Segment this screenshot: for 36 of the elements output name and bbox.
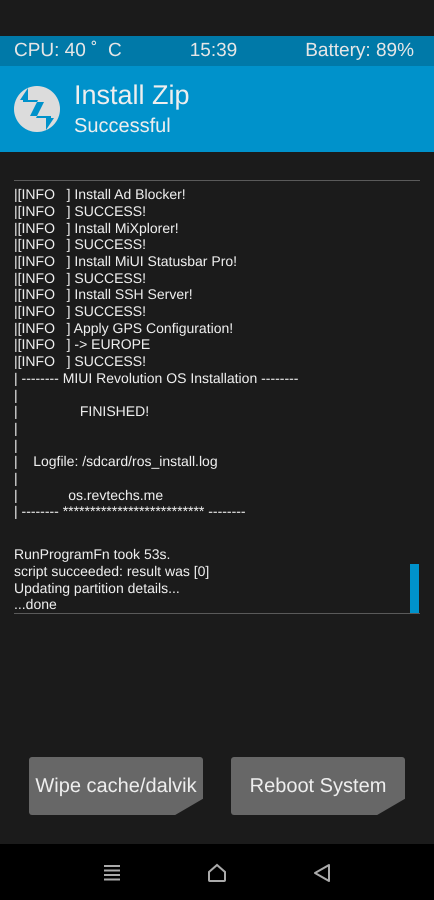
log-line: | -------- MIUI Revolution OS Installation -------- — [14, 370, 300, 387]
log-line: |[INFO ] Install SSH Server! — [14, 286, 194, 304]
log-line: |[INFO ] Install MiUI Statusbar Pro! — [14, 252, 238, 270]
cpu-temperature: CPU: 40 ˚ C — [14, 40, 122, 62]
log-line: |[INFO ] SUCCESS! — [14, 270, 147, 286]
log-line: | — [14, 420, 19, 437]
log-line: | FINISHED! — [14, 403, 150, 420]
action-button[interactable]: Reboot System — [231, 757, 405, 815]
log-line: RunProgramFn took 53s. — [14, 546, 172, 563]
log-line: |[INFO ] SUCCESS! — [14, 303, 147, 320]
log-line: |[INFO ] SUCCESS! — [14, 236, 147, 253]
status-text: Successful — [74, 115, 172, 138]
log-line: |[INFO ] SUCCESS! — [14, 353, 147, 370]
page-title: Install Zip — [74, 80, 190, 111]
log-line: |[INFO ] SUCCESS! — [14, 202, 147, 220]
log-line: | Logfile: /sdcard/ros_install.log — [14, 453, 219, 470]
log-line: |[INFO ] Install MiXplorer! — [14, 220, 180, 236]
log-line: | — [14, 436, 19, 454]
log-line: script succeeded: result was [0] — [14, 562, 210, 580]
clock: 15:39 — [190, 40, 238, 62]
log-line: ...done — [14, 596, 58, 613]
log-line: |[INFO ] -> EUROPE — [14, 336, 152, 354]
action-button[interactable]: Wipe cache/dalvik — [29, 757, 203, 815]
home-icon[interactable] — [207, 863, 227, 883]
battery-level: Battery: 89% — [305, 40, 414, 62]
log-line: | os.revtechs.me — [14, 486, 164, 504]
log-line: | -------- ************************** -------- — [14, 503, 247, 520]
back-icon[interactable] — [313, 863, 331, 883]
scrollbar[interactable] — [410, 564, 419, 613]
log-line: |[INFO ] Apply GPS Configuration! — [14, 320, 234, 336]
log-line: Updating partition details... — [14, 580, 181, 596]
menu-icon[interactable] — [103, 864, 121, 882]
log-line: |[INFO ] Install Ad Blocker! — [14, 186, 187, 203]
logo-icon — [14, 86, 60, 132]
log-line: | — [14, 386, 19, 404]
log-line: | — [14, 470, 19, 487]
